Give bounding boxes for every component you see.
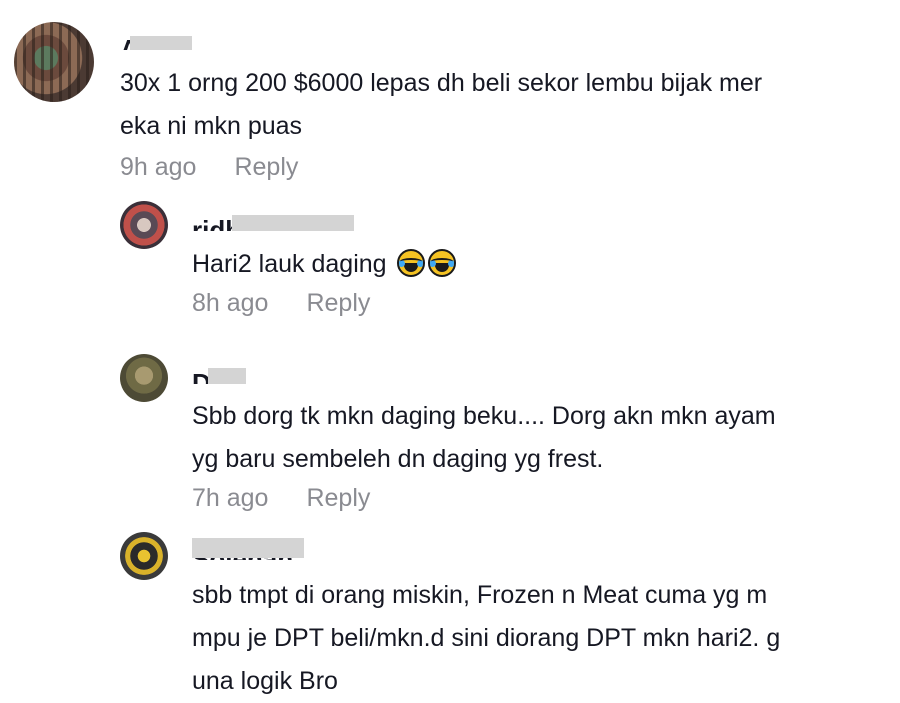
avatar[interactable] [120,532,168,580]
comment-text-line: mpu je DPT beli/mkn.d sini diorang DPT m… [192,624,781,652]
timestamp: 8h ago [192,289,269,317]
comment-text-line: Hari2 lauk daging [192,243,456,286]
face-with-tears-of-joy-icon [427,249,456,277]
reply-button[interactable]: Reply [306,289,370,317]
reply-button[interactable]: Reply [306,484,370,512]
comment-text-line: una logik Bro [192,667,338,695]
username[interactable]: D.K [192,358,252,384]
username[interactable]: ridhwanjohn [192,205,362,231]
comment-text-line: eka ni mkn puas [120,112,303,140]
avatar[interactable] [14,22,94,102]
timestamp: 9h ago [120,153,197,181]
comment-text-line: Sbb dorg tk mkn daging beku.... Dorg akn… [192,402,776,430]
reply-button[interactable]: Reply [234,153,298,181]
comment-meta: 8h ago Reply [192,289,370,318]
username[interactable]: A [120,24,200,50]
comment-text-line: 30x 1 orng 200 $6000 lepas dh beli sekor… [120,69,763,97]
comment-text-line: sbb tmpt di orang miskin, Frozen n Meat … [192,581,768,609]
face-with-tears-of-joy-icon [396,249,425,277]
avatar[interactable] [120,201,168,249]
avatar[interactable] [120,354,168,402]
comment-text-line: yg baru sembeleh dn daging yg frest. [192,445,604,473]
username[interactable]: Solehan [192,534,312,560]
comment-meta: 7h ago Reply [192,484,370,513]
redaction-bar [130,36,192,50]
redaction-bar [192,538,304,558]
redaction-bar [208,368,246,384]
redaction-bar [232,215,354,231]
comment-meta: 9h ago Reply [120,153,298,182]
timestamp: 7h ago [192,484,269,512]
